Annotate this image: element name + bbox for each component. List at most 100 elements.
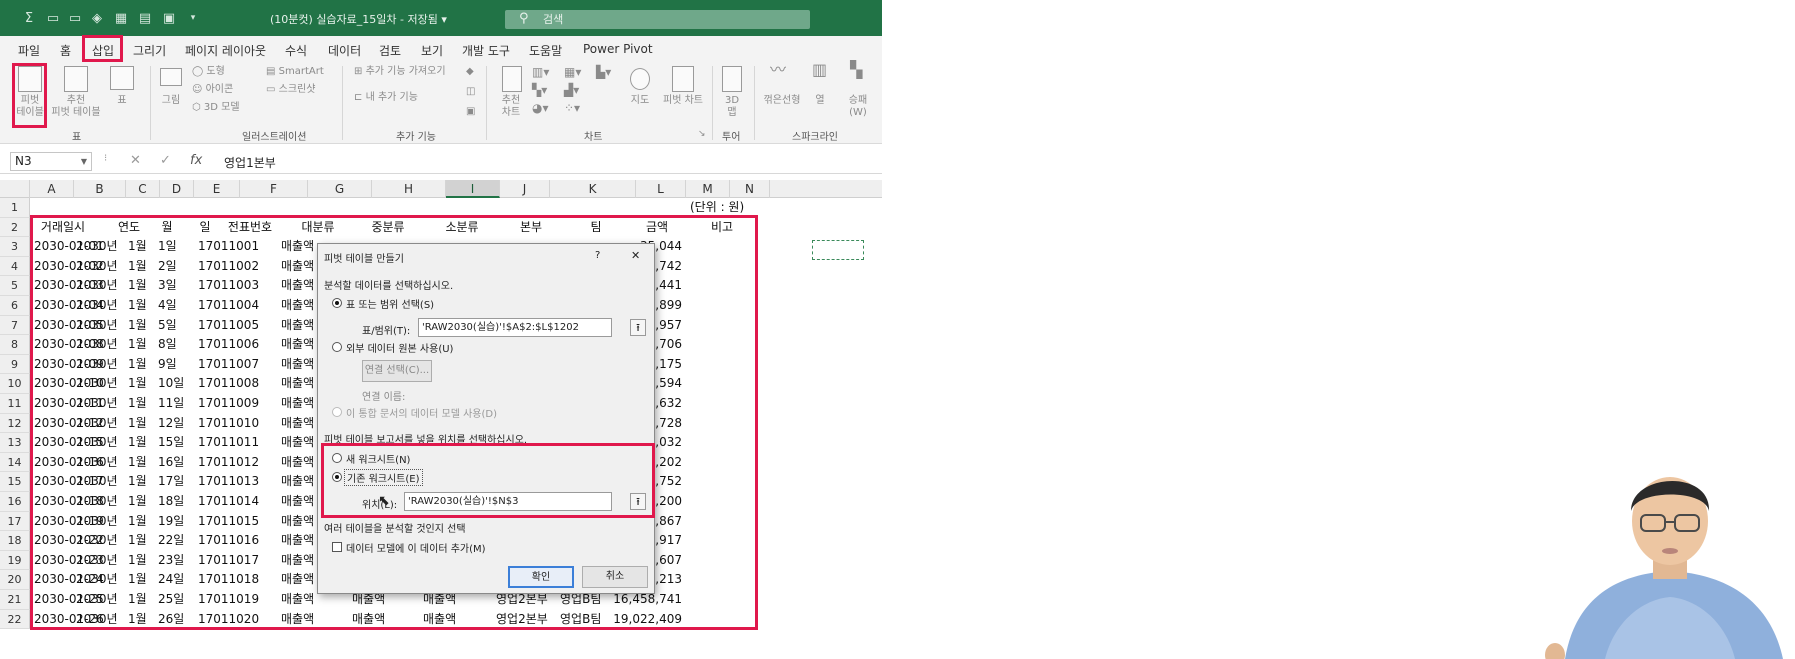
column-header[interactable]: A [30, 180, 74, 198]
column-header[interactable]: K [550, 180, 636, 198]
column-header[interactable]: J [500, 180, 550, 198]
column-header[interactable]: D [160, 180, 194, 198]
row-header[interactable]: 16 [0, 492, 30, 512]
scatter-chart-icon[interactable]: ⁘▾ [564, 102, 580, 114]
tab-help[interactable]: 도움말 [526, 40, 565, 61]
tab-data[interactable]: 데이터 [325, 40, 364, 61]
stat-chart-icon[interactable]: ▟▾ [564, 84, 579, 96]
maps-button[interactable]: 지도 [626, 95, 654, 107]
column-header[interactable]: I [446, 180, 500, 198]
name-box[interactable]: N3 ▼ [10, 152, 92, 171]
formula-input[interactable]: 영업1본부 [224, 154, 276, 171]
row-header[interactable]: 9 [0, 354, 30, 375]
row-header[interactable]: 12 [0, 413, 30, 434]
recommended-charts-button[interactable]: 추천 차트 [496, 95, 526, 119]
row-header[interactable]: 1 [0, 198, 30, 218]
hierarchy-chart-icon[interactable]: ▦▾ [564, 66, 581, 78]
sparkline-winloss-button[interactable]: 승패 (W) [840, 95, 876, 119]
row-header[interactable]: 8 [0, 335, 30, 355]
select-all-corner[interactable] [0, 180, 30, 198]
column-header[interactable]: G [308, 180, 372, 198]
row-header[interactable]: 14 [0, 452, 30, 473]
column-header[interactable]: C [126, 180, 160, 198]
choose-connection-button[interactable]: 연결 선택(C)... [362, 360, 432, 382]
sum-icon[interactable]: Σ [20, 9, 38, 27]
range-radio-label[interactable]: 표 또는 범위 선택(S) [346, 296, 434, 311]
column-header[interactable]: B [74, 180, 126, 198]
external-radio[interactable] [332, 342, 342, 352]
dialog-launcher-icon[interactable]: ↘ [698, 128, 706, 140]
tab-draw[interactable]: 그리기 [130, 40, 169, 61]
visio-icon[interactable]: ▣ [466, 106, 475, 118]
row-header[interactable]: 19 [0, 550, 30, 571]
table-button[interactable]: 표 [110, 95, 134, 107]
row-header[interactable]: 13 [0, 433, 30, 453]
column-header[interactable]: F [240, 180, 308, 198]
table-icon[interactable]: ▤ [136, 9, 154, 27]
column-chart-icon[interactable]: ▥▾ [532, 66, 549, 78]
column-header[interactable]: M [686, 180, 730, 198]
my-addins-button[interactable]: ⊏ 내 추가 기능 [354, 92, 418, 104]
customize-qat-icon[interactable]: ▾ [184, 9, 202, 27]
row-header[interactable]: 3 [0, 237, 30, 257]
3d-map-button[interactable]: 3D 맵 [718, 95, 746, 119]
save-icon[interactable]: ▭ [44, 9, 62, 27]
enter-icon[interactable]: ✓ [160, 153, 171, 168]
close-icon[interactable]: ✕ [631, 249, 640, 262]
row-header[interactable]: 21 [0, 590, 30, 610]
row-header[interactable]: 2 [0, 217, 30, 238]
insert-function-icon[interactable]: fx [190, 153, 202, 168]
search-box[interactable]: ⚲ 검색 [505, 10, 810, 29]
waterfall-chart-icon[interactable]: ▙▾ [596, 66, 611, 78]
column-header[interactable]: E [194, 180, 240, 198]
sparkline-line-button[interactable]: 꺾은선형 [758, 95, 806, 107]
tab-home[interactable]: 홈 [57, 40, 74, 61]
tab-view[interactable]: 보기 [418, 40, 446, 61]
collapse-range-icon[interactable]: ⭱ [630, 319, 646, 336]
pivot-chart-button[interactable]: 피벗 차트 [656, 95, 710, 107]
form-icon[interactable]: ▣ [160, 9, 178, 27]
get-addins-button[interactable]: ⊞ 추가 기능 가져오기 [354, 66, 446, 78]
cancel-icon[interactable]: ✕ [130, 153, 141, 168]
pie-chart-icon[interactable]: ◕▾ [532, 102, 549, 114]
range-input[interactable]: 'RAW2030(실습)'!$A$2:$L$1202 [418, 318, 612, 337]
recommended-pivot-button[interactable]: 추천 피벗 테이블 [46, 95, 106, 119]
tab-formulas[interactable]: 수식 [282, 40, 310, 61]
row-header[interactable]: 11 [0, 394, 30, 414]
row-header[interactable]: 22 [0, 609, 30, 630]
model-radio[interactable] [332, 407, 342, 417]
row-header[interactable]: 7 [0, 315, 30, 336]
range-radio[interactable] [332, 298, 342, 308]
column-header[interactable]: N [730, 180, 770, 198]
3d-models-button[interactable]: ⬡ 3D 모델 [192, 102, 240, 114]
row-header[interactable]: 17 [0, 511, 30, 532]
sparkline-column-button[interactable]: 열 [808, 95, 832, 107]
people-icon[interactable]: ◫ [466, 86, 475, 98]
external-radio-label[interactable]: 외부 데이터 원본 사용(U) [346, 340, 453, 355]
tab-review[interactable]: 검토 [376, 40, 404, 61]
add-model-label[interactable]: 데이터 모델에 이 데이터 추가(M) [346, 540, 486, 555]
smartart-button[interactable]: ▤ SmartArt [266, 66, 324, 78]
row-header[interactable]: 5 [0, 276, 30, 296]
help-button[interactable]: ? [595, 250, 600, 261]
row-header[interactable]: 15 [0, 472, 30, 492]
tab-page-layout[interactable]: 페이지 레이아웃 [182, 40, 269, 61]
tab-file[interactable]: 파일 [15, 40, 43, 61]
bing-icon[interactable]: ◆ [466, 66, 474, 78]
column-header[interactable]: L [636, 180, 686, 198]
column-header[interactable]: H [372, 180, 446, 198]
line-chart-icon[interactable]: ▚▾ [532, 84, 547, 96]
tab-developer[interactable]: 개발 도구 [459, 40, 513, 61]
row-header[interactable]: 4 [0, 256, 30, 277]
row-header[interactable]: 18 [0, 531, 30, 551]
tab-power-pivot[interactable]: Power Pivot [580, 40, 656, 58]
row-header[interactable]: 20 [0, 570, 30, 590]
paint-icon[interactable]: ◈ [88, 9, 106, 27]
picture-button[interactable]: 그림 [156, 95, 186, 107]
cancel-button[interactable]: 취소 [582, 566, 648, 588]
ok-button[interactable]: 확인 [508, 566, 574, 588]
screenshot-button[interactable]: ▭ 스크린샷 [266, 84, 315, 96]
shapes-button[interactable]: ◯ 도형 [192, 66, 225, 78]
row-header[interactable]: 6 [0, 296, 30, 316]
row-header[interactable]: 10 [0, 374, 30, 394]
